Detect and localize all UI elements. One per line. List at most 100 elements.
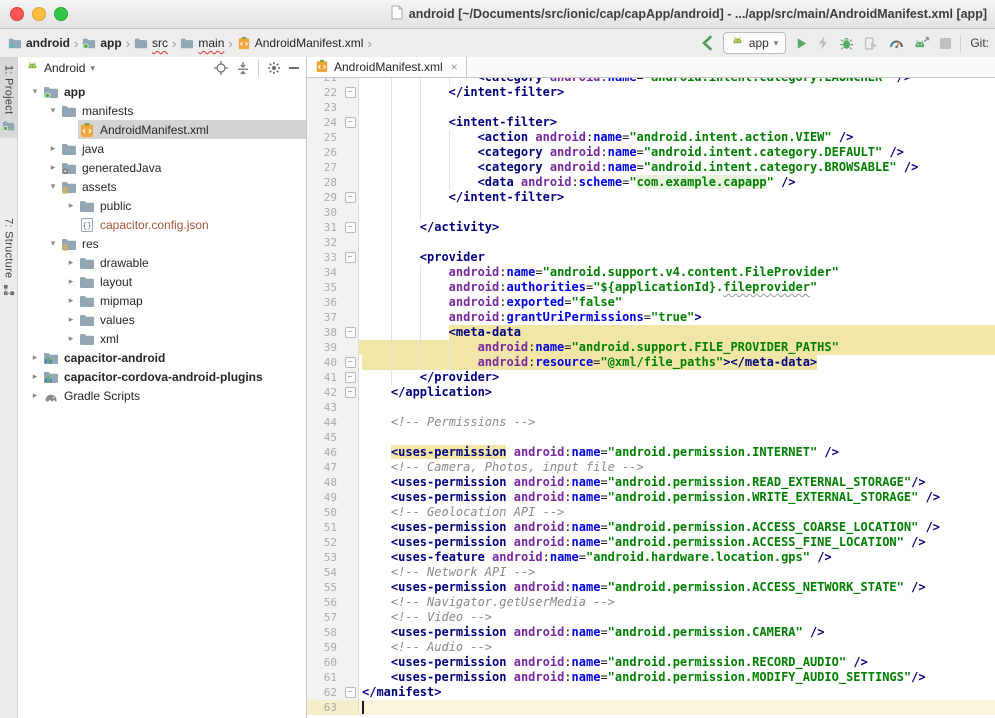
chevron-collapsed-icon[interactable]: ▸: [64, 276, 78, 287]
code-text[interactable]: <uses-permission android:name="android.p…: [359, 535, 995, 550]
code-text[interactable]: <uses-feature android:name="android.hard…: [359, 550, 995, 565]
code-text[interactable]: <action android:name="android.intent.act…: [359, 130, 995, 145]
code-text[interactable]: </intent-filter>: [359, 85, 995, 100]
code-text[interactable]: <uses-permission android:name="android.p…: [359, 580, 995, 595]
fold-icon[interactable]: −: [342, 250, 359, 265]
chevron-collapsed-icon[interactable]: ▸: [64, 333, 78, 344]
tree-item-public[interactable]: ▸public: [18, 196, 306, 215]
fold-icon[interactable]: −: [342, 325, 359, 340]
code-text[interactable]: <uses-permission android:name="android.p…: [359, 670, 995, 685]
run-config-select[interactable]: app ▾: [723, 32, 787, 54]
code-text[interactable]: <!-- Camera, Photos, input file -->: [359, 460, 995, 475]
tree-item-capacitor-cordova-android-plugins[interactable]: ▸capacitor-cordova-android-plugins: [18, 367, 306, 386]
chevron-expanded-icon[interactable]: ▾: [46, 238, 60, 249]
code-area[interactable]: 21<category android:name="android.intent…: [307, 78, 995, 718]
code-text[interactable]: </intent-filter>: [359, 190, 995, 205]
tree-item-xml[interactable]: ▸xml: [18, 329, 306, 348]
code-text[interactable]: </application>: [359, 385, 995, 400]
fold-icon[interactable]: −: [342, 220, 359, 235]
code-text[interactable]: </provider>: [359, 370, 995, 385]
chevron-collapsed-icon[interactable]: ▸: [64, 200, 78, 211]
breadcrumb-item-android[interactable]: android: [8, 36, 70, 50]
tree-item-values[interactable]: ▸values: [18, 310, 306, 329]
code-text[interactable]: <category android:name="android.intent.c…: [359, 160, 995, 175]
code-text[interactable]: </activity>: [359, 220, 995, 235]
stop-button[interactable]: [940, 38, 951, 49]
run-button[interactable]: [795, 37, 808, 50]
chevron-collapsed-icon[interactable]: ▸: [28, 352, 42, 363]
chevron-collapsed-icon[interactable]: ▸: [28, 371, 42, 382]
fold-icon[interactable]: −: [342, 385, 359, 400]
fold-icon[interactable]: −: [342, 685, 359, 700]
breadcrumb-item-app[interactable]: app: [82, 36, 121, 50]
fold-icon[interactable]: −: [342, 190, 359, 205]
code-text[interactable]: android:exported="false": [359, 295, 995, 310]
code-text[interactable]: <!-- Audio -->: [359, 640, 995, 655]
code-text[interactable]: <uses-permission android:name="android.p…: [359, 490, 995, 505]
code-text[interactable]: <meta-data: [359, 325, 995, 340]
sync-button[interactable]: [914, 36, 930, 51]
code-text[interactable]: <!-- Navigator.getUserMedia -->: [359, 595, 995, 610]
tree-item-capacitor-config-json[interactable]: {}capacitor.config.json: [18, 215, 306, 234]
code-text[interactable]: android:grantUriPermissions="true">: [359, 310, 995, 325]
chevron-collapsed-icon[interactable]: ▸: [28, 390, 42, 401]
code-text[interactable]: [359, 205, 995, 220]
tree-item-manifests[interactable]: ▾manifests: [18, 101, 306, 120]
code-text[interactable]: <uses-permission android:name="android.p…: [359, 655, 995, 670]
chevron-expanded-icon[interactable]: ▾: [28, 86, 42, 97]
code-text[interactable]: android:name="android.support.v4.content…: [359, 265, 995, 280]
profile-button[interactable]: [889, 36, 904, 51]
chevron-expanded-icon[interactable]: ▾: [46, 105, 60, 116]
close-window-button[interactable]: [10, 7, 24, 21]
fold-icon[interactable]: −: [342, 85, 359, 100]
tree-item-gradle-scripts[interactable]: ▸Gradle Scripts: [18, 386, 306, 405]
project-view-selector[interactable]: Android: [44, 61, 85, 75]
code-text[interactable]: android:resource="@xml/file_paths"></met…: [359, 355, 995, 370]
tree-item-app[interactable]: ▾app: [18, 82, 306, 101]
fold-icon[interactable]: −: [342, 370, 359, 385]
chevron-collapsed-icon[interactable]: ▸: [46, 143, 60, 154]
code-text[interactable]: <!-- Video -->: [359, 610, 995, 625]
minimize-window-button[interactable]: [32, 7, 46, 21]
chevron-expanded-icon[interactable]: ▾: [46, 181, 60, 192]
locate-button[interactable]: [214, 61, 228, 75]
collapse-all-button[interactable]: [236, 61, 250, 75]
tree-item-androidmanifest-xml[interactable]: AndroidManifest.xml: [18, 120, 306, 139]
code-text[interactable]: [359, 700, 995, 715]
fold-icon[interactable]: −: [342, 355, 359, 370]
tree-item-drawable[interactable]: ▸drawable: [18, 253, 306, 272]
code-text[interactable]: <provider: [359, 250, 995, 265]
code-text[interactable]: <uses-permission android:name="android.p…: [359, 475, 995, 490]
tool-tab-structure[interactable]: 7: Structure: [0, 210, 17, 301]
navigate-back-button[interactable]: [700, 35, 714, 51]
code-text[interactable]: <intent-filter>: [359, 115, 995, 130]
tree-item-capacitor-android[interactable]: ▸capacitor-android: [18, 348, 306, 367]
zoom-window-button[interactable]: [54, 7, 68, 21]
tree-item-assets[interactable]: ▾assets: [18, 177, 306, 196]
breadcrumb-item-src[interactable]: src: [134, 36, 168, 50]
chevron-collapsed-icon[interactable]: ▸: [64, 295, 78, 306]
code-text[interactable]: [359, 235, 995, 250]
tree-item-mipmap[interactable]: ▸mipmap: [18, 291, 306, 310]
breadcrumb-item-androidmanifest-xml[interactable]: AndroidManifest.xml: [237, 36, 364, 50]
chevron-collapsed-icon[interactable]: ▸: [64, 257, 78, 268]
code-text[interactable]: <!-- Network API -->: [359, 565, 995, 580]
attach-debugger-button[interactable]: [864, 36, 879, 51]
tree-item-java[interactable]: ▸java: [18, 139, 306, 158]
tool-tab-project[interactable]: 1: Project: [0, 57, 17, 138]
code-text[interactable]: android:name="android.support.FILE_PROVI…: [359, 340, 995, 355]
fold-icon[interactable]: −: [342, 115, 359, 130]
code-text[interactable]: </manifest>: [359, 685, 995, 700]
chevron-collapsed-icon[interactable]: ▸: [46, 162, 60, 173]
close-tab-icon[interactable]: ×: [451, 60, 458, 74]
code-text[interactable]: <category android:name="android.intent.c…: [359, 78, 995, 85]
code-text[interactable]: <uses-permission android:name="android.p…: [359, 625, 995, 640]
tree-item-layout[interactable]: ▸layout: [18, 272, 306, 291]
code-text[interactable]: <category android:name="android.intent.c…: [359, 145, 995, 160]
hide-panel-button[interactable]: [289, 67, 299, 69]
code-text[interactable]: <uses-permission android:name="android.p…: [359, 445, 995, 460]
code-text[interactable]: <!-- Geolocation API -->: [359, 505, 995, 520]
tree-item-res[interactable]: ▾res: [18, 234, 306, 253]
code-text[interactable]: android:authorities="${applicationId}.fi…: [359, 280, 995, 295]
code-text[interactable]: <!-- Permissions -->: [359, 415, 995, 430]
